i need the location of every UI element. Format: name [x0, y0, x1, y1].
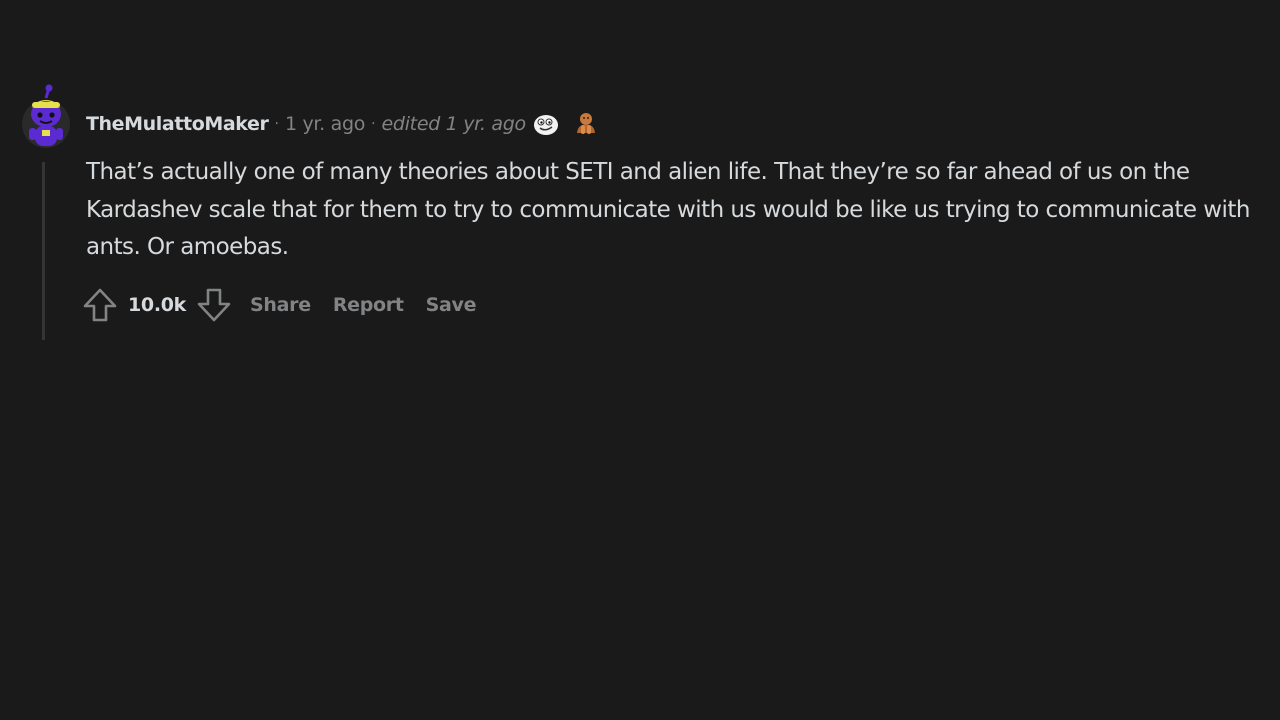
author-name[interactable]: TheMulattoMaker [86, 113, 269, 135]
upvote-arrow-icon[interactable] [82, 287, 118, 323]
save-button[interactable]: Save [426, 294, 477, 316]
meta-separator: · [274, 116, 279, 132]
comment-timestamp[interactable]: 1 yr. ago [285, 113, 365, 135]
comment-actions: 10.0k Share Report Save [82, 286, 477, 324]
downvote-arrow-icon[interactable] [196, 287, 232, 323]
report-button[interactable]: Report [333, 294, 404, 316]
meta-separator: · [371, 116, 376, 132]
hands-award-icon[interactable] [572, 111, 600, 137]
comment-body: That’s actually one of many theories abo… [86, 159, 1250, 260]
avatar[interactable] [20, 84, 72, 150]
share-button[interactable]: Share [250, 294, 311, 316]
comment-meta: TheMulattoMaker · 1 yr. ago · edited 1 y… [86, 111, 600, 137]
edited-timestamp: edited 1 yr. ago [381, 113, 527, 135]
face-award-icon[interactable] [532, 111, 560, 137]
vote-score: 10.0k [128, 294, 187, 316]
snoo-avatar-icon [22, 84, 70, 148]
thread-line[interactable] [42, 162, 45, 340]
